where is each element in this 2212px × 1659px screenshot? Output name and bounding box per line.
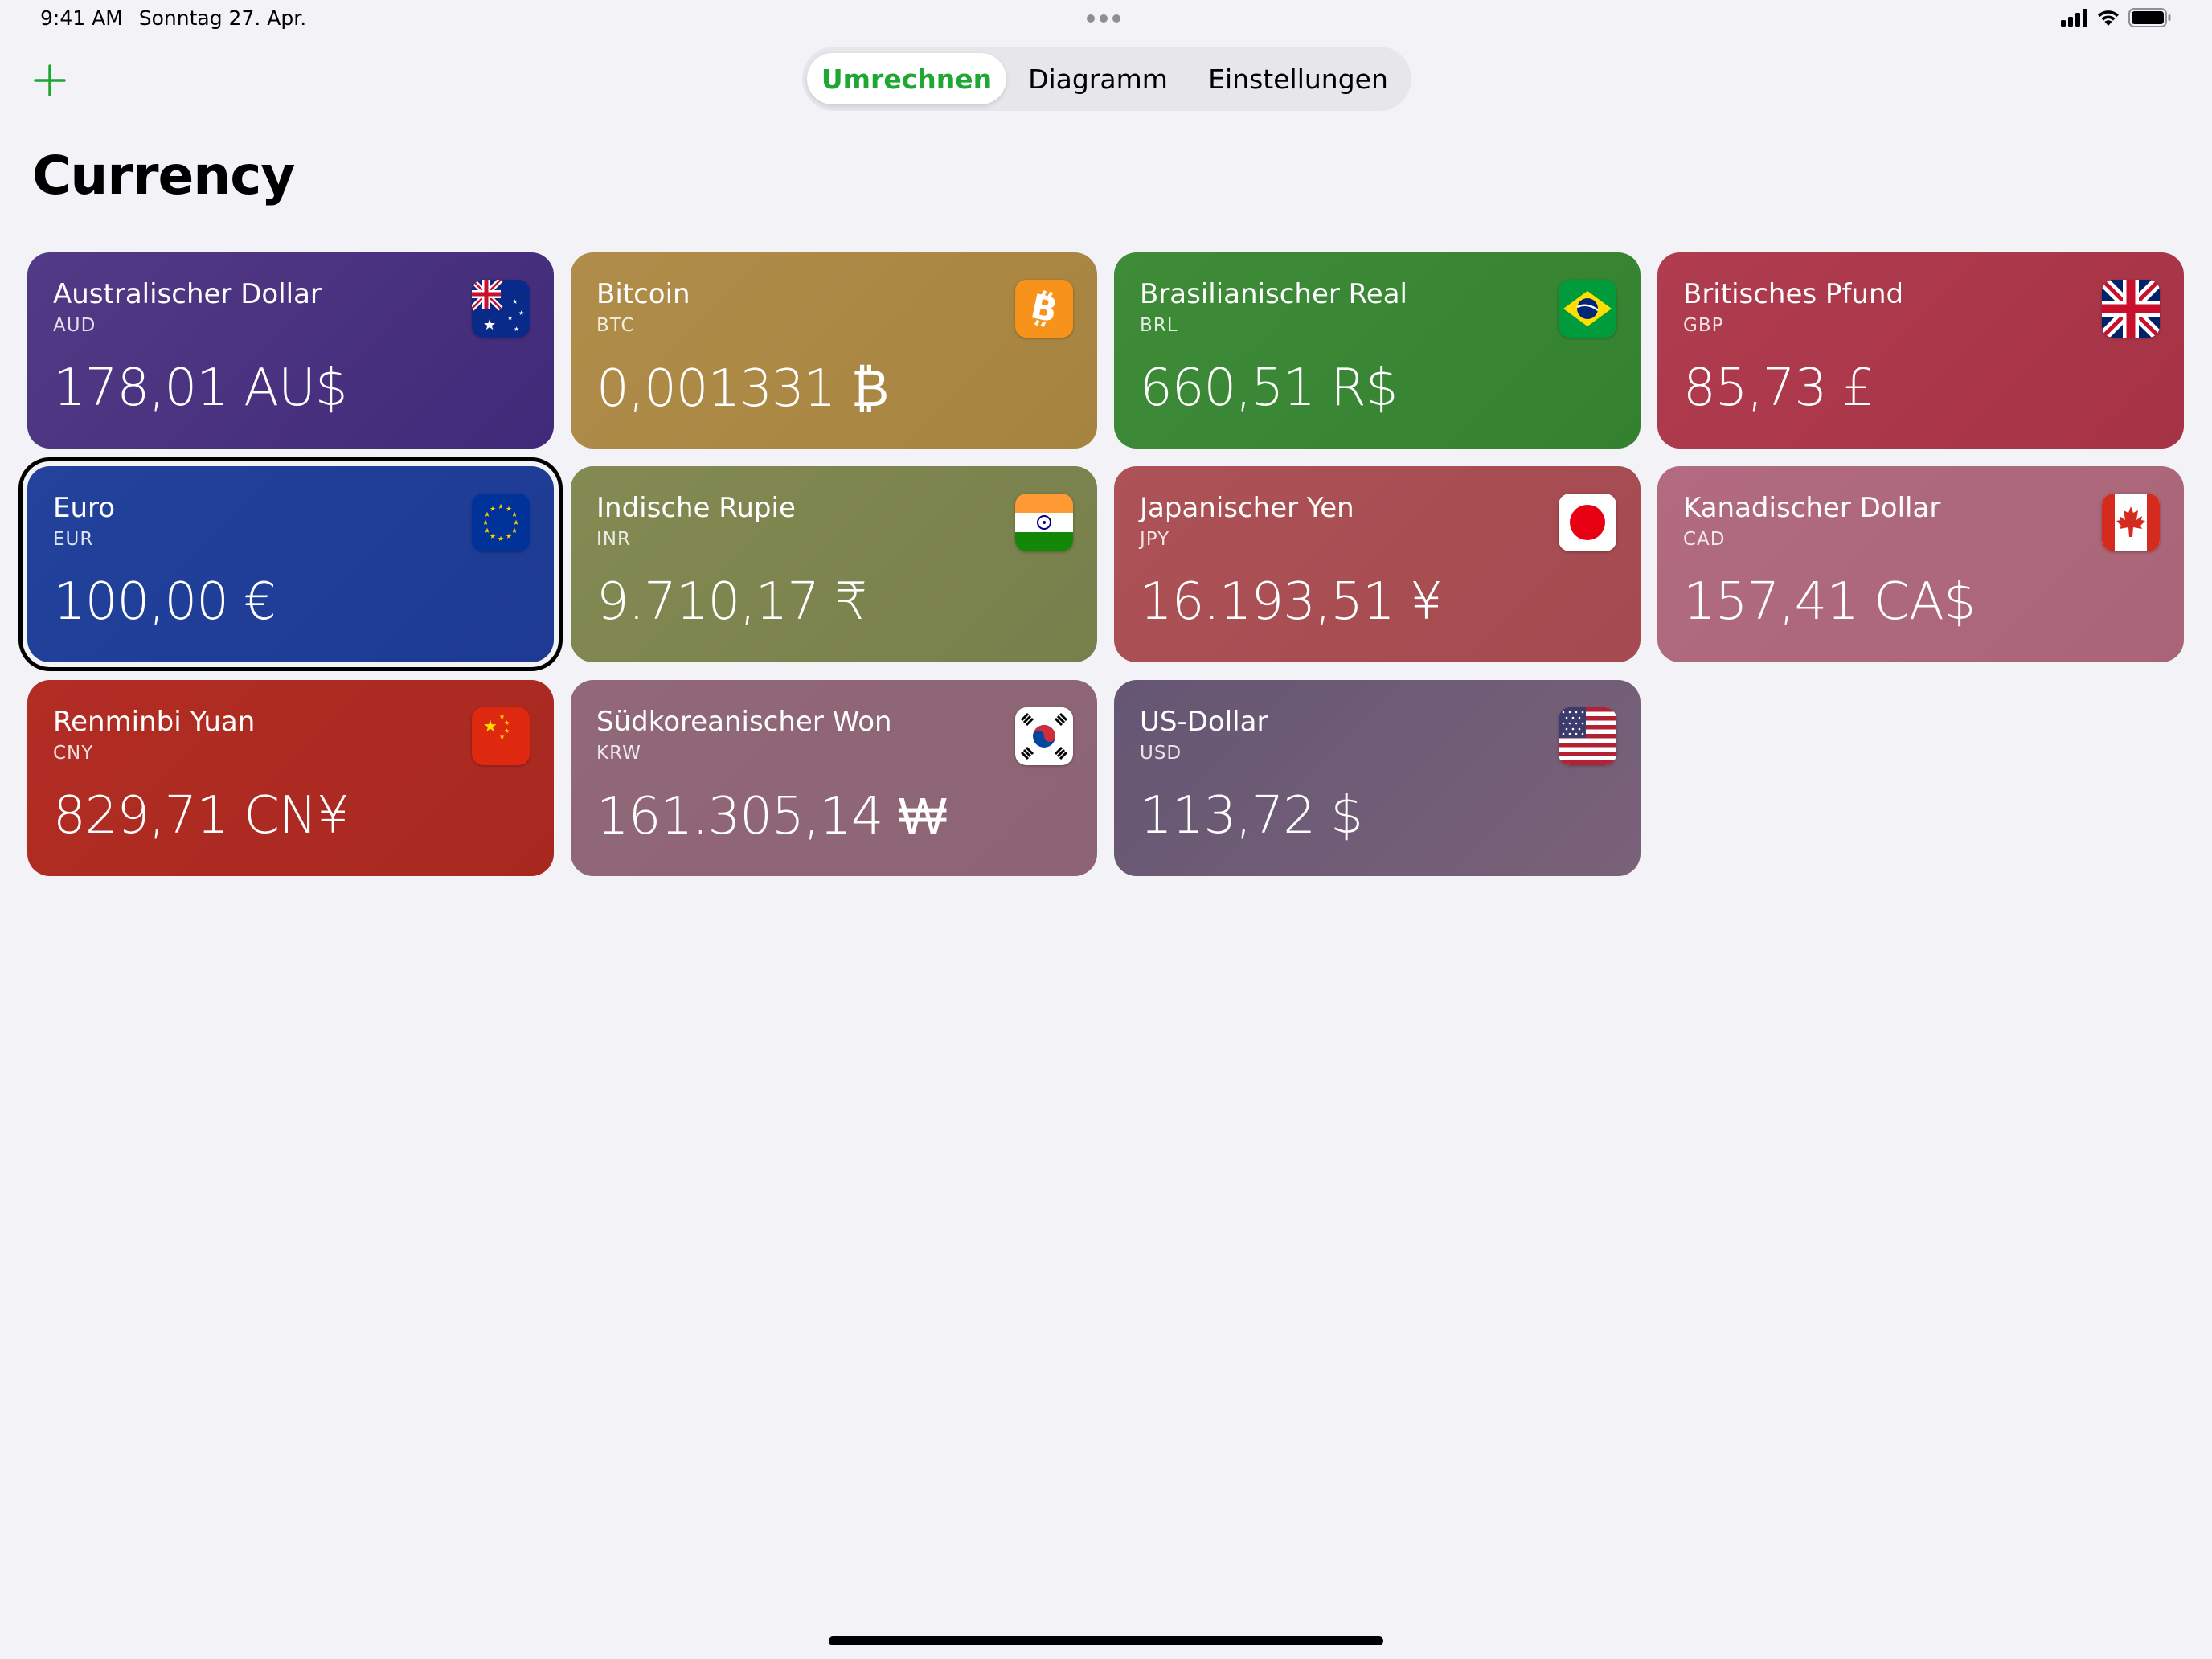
uk-flag-icon: [2102, 280, 2160, 338]
currency-value: 829,71 CN¥: [53, 786, 350, 846]
currency-code: BTC: [596, 315, 635, 336]
currency-value: 85,73 £: [1683, 358, 1874, 418]
currency-code: CAD: [1683, 529, 1726, 550]
svg-text:★: ★: [518, 309, 524, 317]
status-date: Sonntag 27. Apr.: [138, 6, 307, 30]
currency-card-btc[interactable]: Bitcoin BTC 0,001331 ₿ B: [571, 252, 1097, 449]
currency-value: 113,72 $: [1140, 786, 1363, 846]
cellular-signal-icon: [2061, 9, 2087, 27]
home-indicator[interactable]: [829, 1636, 1383, 1645]
currency-name: Bitcoin: [596, 278, 690, 310]
currency-code: USD: [1140, 743, 1182, 764]
status-bar: 9:41 AM Sonntag 27. Apr.: [0, 0, 2212, 40]
currency-value: 9.710,17 ₹: [596, 572, 867, 632]
view-segmented-control[interactable]: Umrechnen Diagramm Einstellungen: [802, 47, 1411, 111]
currency-value: 161.305,14 ₩: [596, 787, 947, 846]
status-time: 9:41 AM Sonntag 27. Apr.: [40, 6, 306, 30]
currency-code: GBP: [1683, 315, 1724, 336]
currency-value: 178,01 AU$: [53, 358, 348, 418]
svg-text:★: ★: [483, 317, 496, 334]
svg-text:★: ★: [504, 719, 510, 727]
currency-code: EUR: [53, 529, 94, 550]
india-flag-icon: [1015, 494, 1073, 551]
currency-code: JPY: [1140, 529, 1170, 550]
currency-code: INR: [596, 529, 631, 550]
tab-einstellungen[interactable]: Einstellungen: [1190, 53, 1407, 104]
eu-flag-icon: ★ ★ ★ ★ ★ ★ ★ ★ ★ ★ ★ ★: [472, 494, 530, 551]
currency-name: Japanischer Yen: [1140, 492, 1354, 524]
status-indicators: [2061, 8, 2172, 27]
currency-value: 0,001331 ₿: [596, 359, 889, 419]
svg-text:★: ★: [490, 533, 496, 541]
currency-value: 157,41 CA$: [1683, 572, 1976, 632]
currency-card-jpy[interactable]: Japanischer Yen JPY 16.193,51 ¥: [1114, 466, 1641, 662]
currency-card-krw[interactable]: Südkoreanischer Won KRW 161.305,14 ₩: [571, 680, 1097, 876]
currency-name: US-Dollar: [1140, 706, 1268, 738]
svg-text:★: ★: [506, 533, 512, 541]
currency-name: Indische Rupie: [596, 492, 796, 524]
canada-flag-icon: [2102, 494, 2160, 551]
currency-name: Südkoreanischer Won: [596, 706, 892, 738]
svg-text:★: ★: [490, 506, 496, 514]
currency-card-gbp[interactable]: Britisches Pfund GBP 85,73 £: [1657, 252, 2184, 449]
china-flag-icon: ★ ★ ★ ★ ★: [472, 707, 530, 765]
svg-text:★: ★: [512, 298, 518, 305]
currency-name: Brasilianischer Real: [1140, 278, 1407, 310]
svg-text:★: ★: [482, 519, 489, 527]
australia-flag-icon: ★ ★ ★ ★ ★: [472, 280, 530, 338]
currency-code: KRW: [596, 743, 641, 764]
svg-text:★: ★: [514, 326, 519, 333]
currency-name: Britisches Pfund: [1683, 278, 1904, 310]
svg-text:★: ★: [511, 511, 518, 519]
brazil-flag-icon: [1559, 280, 1616, 338]
currency-card-inr[interactable]: Indische Rupie INR 9.710,17 ₹: [571, 466, 1097, 662]
svg-text:★: ★: [484, 527, 490, 535]
currency-code: CNY: [53, 743, 94, 764]
currency-name: Australischer Dollar: [53, 278, 322, 310]
page-title: Currency: [32, 145, 295, 207]
svg-text:★: ★: [507, 314, 513, 322]
currency-value: 660,51 R$: [1140, 358, 1398, 418]
usa-flag-icon: [1559, 707, 1616, 765]
svg-text:★: ★: [511, 527, 518, 535]
svg-text:★: ★: [513, 519, 519, 527]
svg-text:★: ★: [498, 503, 504, 511]
currency-name: Renminbi Yuan: [53, 706, 256, 738]
korea-flag-icon: [1015, 707, 1073, 765]
currency-card-brl[interactable]: Brasilianischer Real BRL 660,51 R$: [1114, 252, 1641, 449]
currency-code: AUD: [53, 315, 96, 336]
currency-card-usd[interactable]: US-Dollar USD 113,72 $: [1114, 680, 1641, 876]
currency-name: Euro: [53, 492, 116, 524]
currency-card-eur[interactable]: Euro EUR 100,00 € ★ ★ ★ ★ ★ ★ ★ ★ ★ ★ ★ …: [18, 457, 563, 671]
status-clock: 9:41 AM: [40, 6, 123, 30]
currency-name: Kanadischer Dollar: [1683, 492, 1941, 524]
battery-icon: [2128, 8, 2171, 27]
svg-text:★: ★: [483, 716, 498, 735]
svg-text:★: ★: [498, 535, 504, 543]
multitasking-dots-icon[interactable]: [1087, 14, 1120, 23]
currency-value: 16.193,51 ¥: [1140, 572, 1443, 632]
currency-card-cad[interactable]: Kanadischer Dollar CAD 157,41 CA$: [1657, 466, 2184, 662]
svg-text:★: ★: [499, 733, 505, 740]
currency-value: 100,00 €: [53, 572, 276, 632]
wifi-icon: [2098, 10, 2119, 26]
tab-umrechnen[interactable]: Umrechnen: [807, 53, 1006, 104]
plus-icon: [34, 64, 66, 96]
currency-card-cny[interactable]: Renminbi Yuan CNY 829,71 CN¥ ★ ★ ★ ★ ★: [27, 680, 554, 876]
bitcoin-icon: B: [1015, 280, 1073, 338]
currency-code: BRL: [1140, 315, 1178, 336]
japan-flag-icon: [1559, 494, 1616, 551]
add-currency-button[interactable]: [31, 61, 69, 100]
tab-diagramm[interactable]: Diagramm: [1006, 53, 1190, 104]
currency-card-aud[interactable]: Australischer Dollar AUD 178,01 AU$ ★ ★ …: [27, 252, 554, 449]
